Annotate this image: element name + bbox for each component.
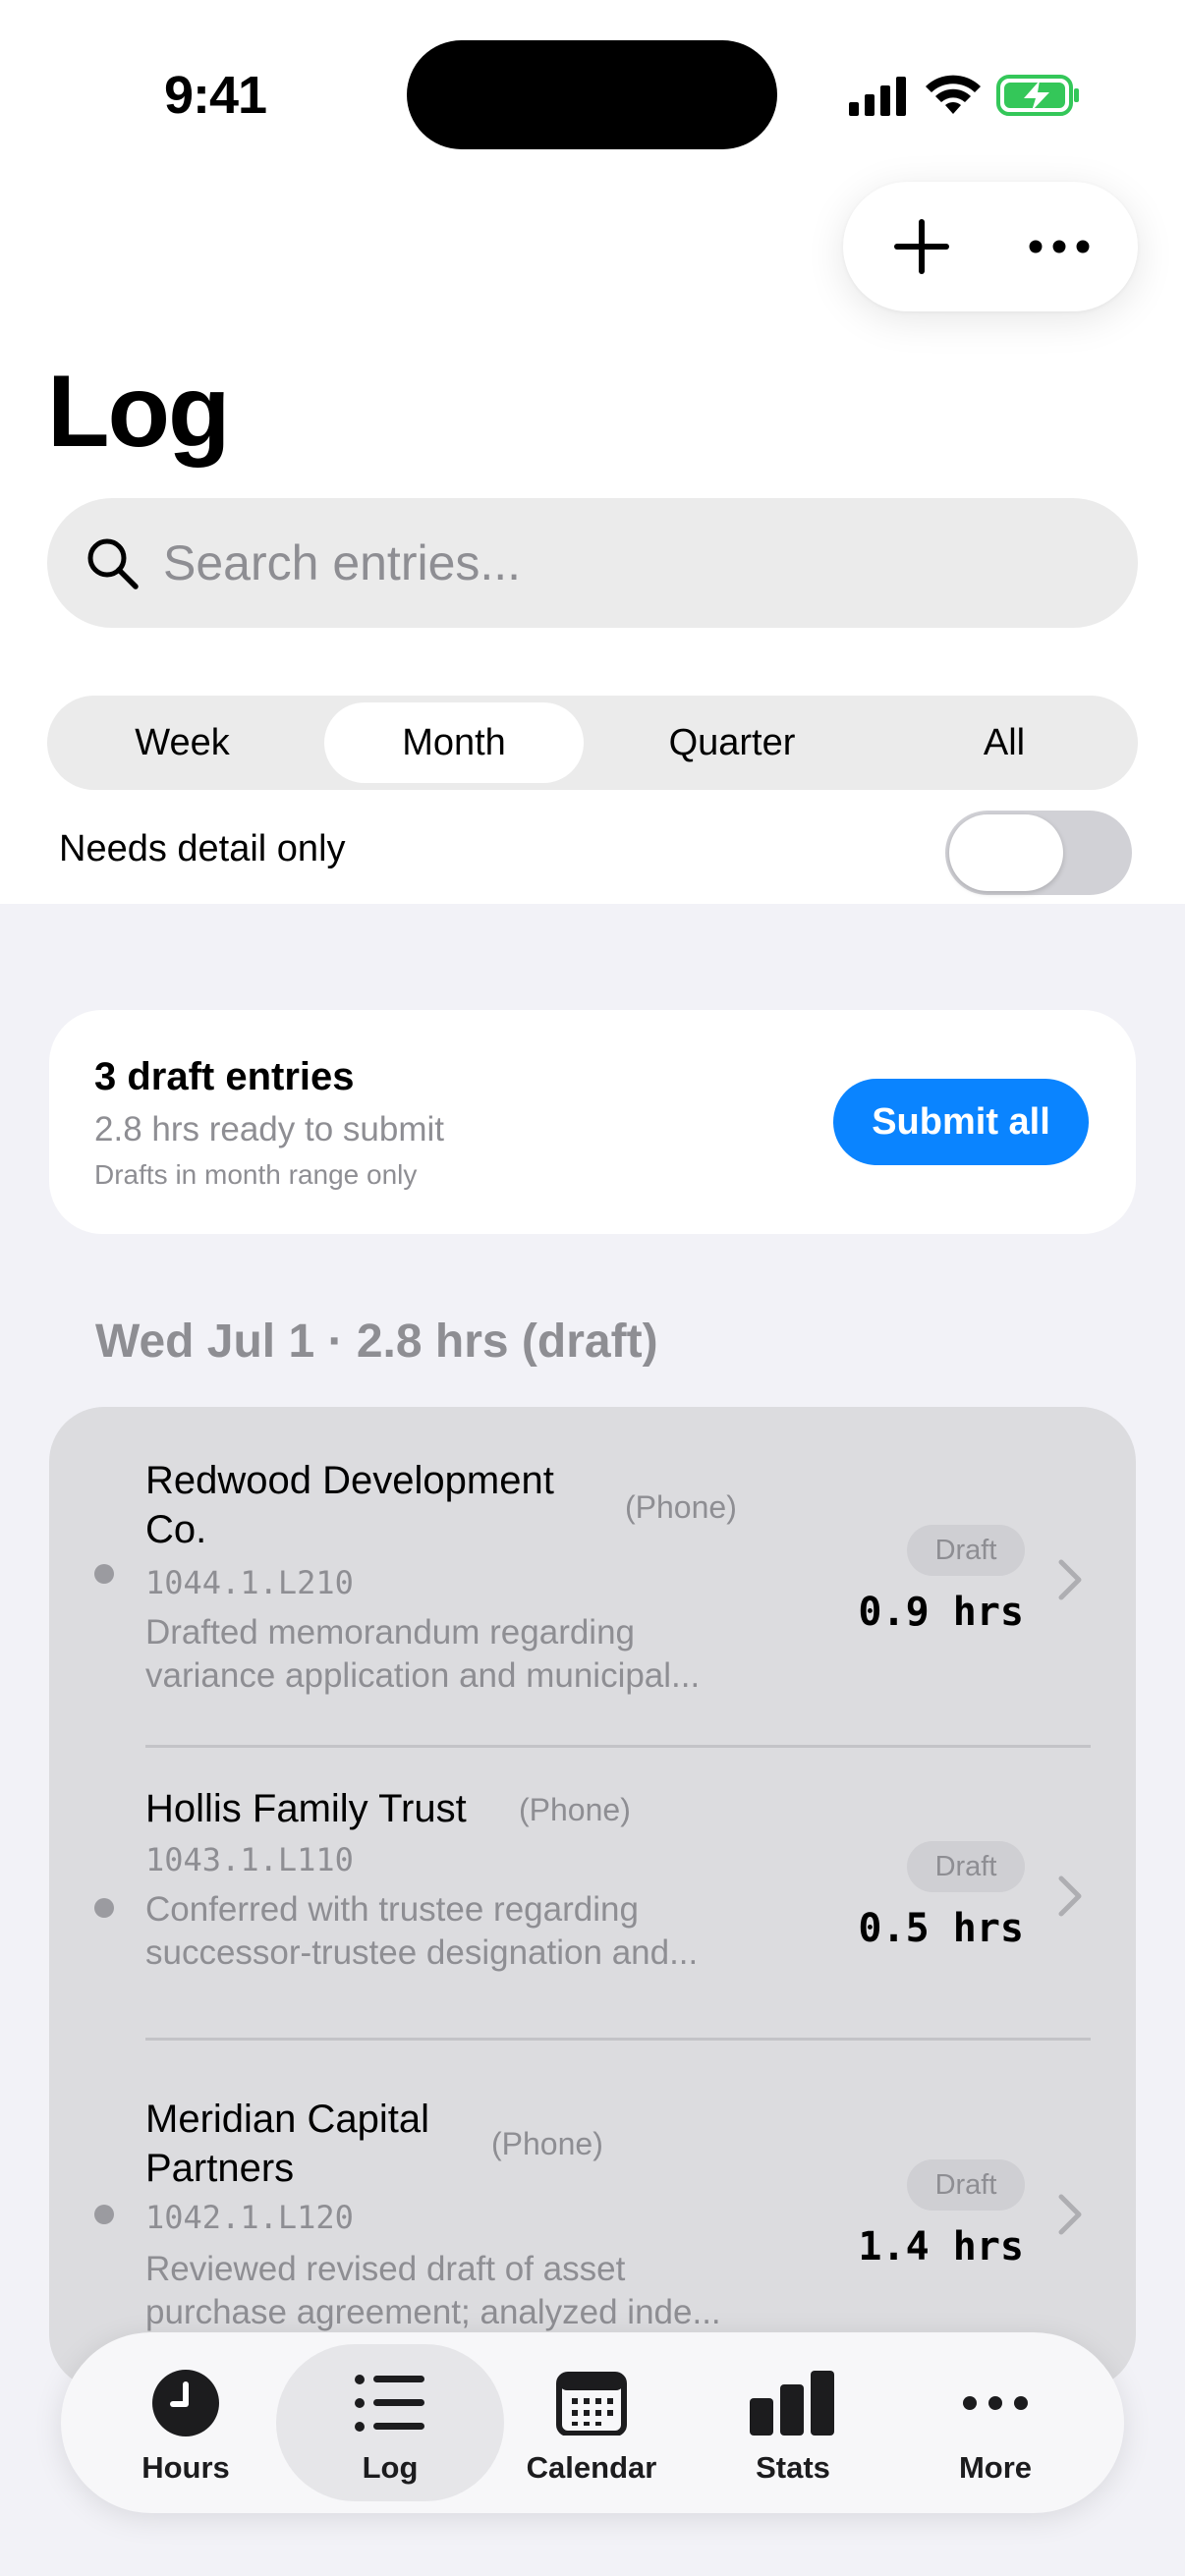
search-bar bbox=[47, 498, 1138, 628]
chevron-right-icon bbox=[1058, 2194, 1082, 2235]
tab-month[interactable]: Month bbox=[324, 702, 584, 783]
tab-label: Calendar bbox=[526, 2450, 657, 2485]
status-dot bbox=[94, 1898, 114, 1918]
draft-note: Drafts in month range only bbox=[94, 1159, 418, 1190]
entry-hours: 0.5 hrs bbox=[858, 1906, 1024, 1951]
client-name: Redwood Development bbox=[145, 1459, 554, 1502]
chevron-right-icon bbox=[1058, 1876, 1082, 1917]
entry-description: Conferred with trustee regarding bbox=[145, 1890, 639, 1929]
row-divider bbox=[145, 1745, 1091, 1748]
tab-more[interactable]: More bbox=[892, 2344, 1099, 2501]
toolbar-actions bbox=[843, 182, 1138, 311]
entry-source: (Phone) bbox=[519, 1792, 631, 1827]
tab-all[interactable]: All bbox=[880, 702, 1128, 783]
entries-list: Redwood Development Co. (Phone) 1044.1.L… bbox=[49, 1407, 1136, 2389]
range-segmented-control: Week Month Quarter All bbox=[47, 696, 1138, 790]
list-item[interactable]: Redwood Development Co. (Phone) 1044.1.L… bbox=[49, 1407, 1136, 1723]
matter-code: 1043.1.L110 bbox=[145, 1841, 354, 1878]
tab-log[interactable]: Log bbox=[276, 2344, 504, 2501]
row-divider bbox=[145, 2038, 1091, 2041]
tab-label: More bbox=[958, 2450, 1033, 2485]
submit-all-button[interactable]: Submit all bbox=[833, 1079, 1089, 1165]
ellipsis-icon bbox=[1029, 240, 1090, 253]
entry-source: (Phone) bbox=[625, 1489, 737, 1525]
search-icon bbox=[87, 538, 139, 589]
entry-hours: 0.9 hrs bbox=[858, 1590, 1024, 1635]
more-options-button[interactable] bbox=[1020, 207, 1099, 286]
status-badge: Draft bbox=[907, 2159, 1025, 2211]
status-time: 9:41 bbox=[164, 66, 267, 125]
client-name: Hollis Family Trust bbox=[145, 1787, 467, 1830]
matter-code: 1044.1.L210 bbox=[145, 1564, 354, 1601]
tab-stats[interactable]: Stats bbox=[690, 2344, 896, 2501]
calendar-icon bbox=[556, 2372, 627, 2436]
tab-bar: Hours Log Calendar Stats More bbox=[61, 2332, 1124, 2513]
list-icon bbox=[355, 2375, 424, 2432]
wifi-icon bbox=[926, 75, 981, 114]
tab-label: Stats bbox=[756, 2450, 830, 2485]
tab-label: Log bbox=[362, 2450, 419, 2485]
toggle-knob bbox=[949, 814, 1063, 891]
cellular-signal-icon bbox=[849, 77, 906, 116]
status-dot bbox=[94, 1564, 114, 1584]
day-section-header: Wed Jul 1 · 2.8 hrs (draft) bbox=[95, 1316, 658, 1368]
status-dot bbox=[94, 2205, 114, 2224]
status-badge: Draft bbox=[907, 1841, 1025, 1892]
draft-hours: 2.8 hrs ready to submit bbox=[94, 1110, 444, 1148]
bar-chart-icon bbox=[750, 2371, 834, 2436]
matter-code: 1042.1.L120 bbox=[145, 2199, 354, 2236]
chevron-right-icon bbox=[1058, 1559, 1082, 1600]
status-badge: Draft bbox=[907, 1525, 1025, 1576]
client-name-line2: Co. bbox=[145, 1508, 207, 1551]
entry-description: Reviewed revised draft of asset bbox=[145, 2250, 626, 2288]
add-entry-button[interactable] bbox=[882, 207, 961, 286]
list-item[interactable]: Hollis Family Trust (Phone) 1043.1.L110 … bbox=[49, 1751, 1136, 2036]
entry-hours: 1.4 hrs bbox=[858, 2224, 1024, 2269]
tab-calendar[interactable]: Calendar bbox=[488, 2344, 695, 2501]
tab-quarter[interactable]: Quarter bbox=[599, 702, 865, 783]
needs-detail-label: Needs detail only bbox=[59, 828, 346, 869]
client-name-line2: Partners bbox=[145, 2147, 295, 2190]
ellipsis-icon bbox=[963, 2396, 1028, 2410]
tab-label: Hours bbox=[141, 2450, 230, 2485]
draft-summary-card: 3 draft entries 2.8 hrs ready to submit … bbox=[49, 1010, 1136, 1234]
entry-description-line2: variance application and municipal... bbox=[145, 1656, 701, 1695]
battery-charging-icon bbox=[996, 75, 1079, 116]
tab-week[interactable]: Week bbox=[57, 702, 308, 783]
entry-description-line2: successor-trustee designation and... bbox=[145, 1933, 699, 1972]
draft-count: 3 draft entries bbox=[94, 1055, 355, 1098]
plus-icon bbox=[894, 219, 949, 274]
needs-detail-toggle[interactable] bbox=[945, 811, 1132, 895]
entry-source: (Phone) bbox=[491, 2126, 603, 2161]
entry-description-line2: purchase agreement; analyzed inde... bbox=[145, 2293, 721, 2331]
tab-hours[interactable]: Hours bbox=[83, 2344, 289, 2501]
entry-description: Drafted memorandum regarding bbox=[145, 1613, 636, 1652]
page-title: Log bbox=[47, 355, 231, 469]
client-name: Meridian Capital bbox=[145, 2098, 430, 2141]
search-input[interactable] bbox=[163, 498, 1087, 628]
clock-icon bbox=[152, 2370, 219, 2436]
dynamic-island bbox=[407, 40, 777, 149]
